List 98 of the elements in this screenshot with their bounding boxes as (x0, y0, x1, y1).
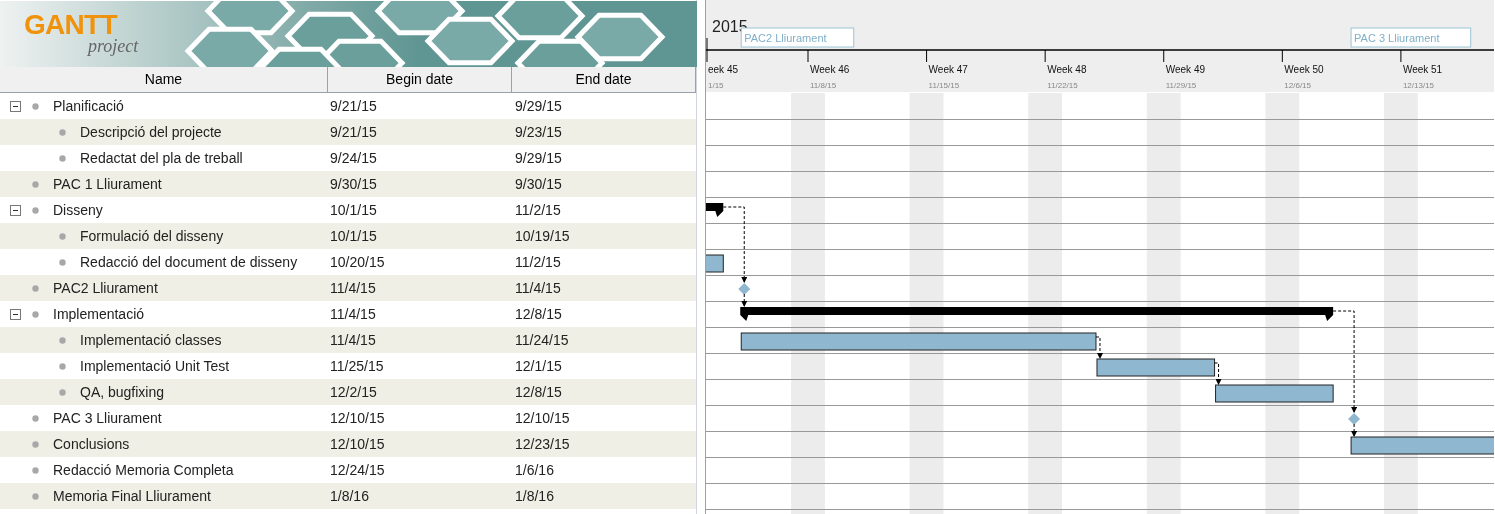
dependency-arrow (1095, 336, 1103, 359)
begin-date: 12/2/15 (329, 382, 378, 402)
end-date: 12/10/15 (514, 408, 570, 428)
dependency-arrow (1214, 362, 1222, 385)
bullet-icon (59, 232, 66, 240)
dependency-arrow (1351, 423, 1358, 437)
column-header[interactable]: Begin date (328, 67, 512, 92)
begin-date: 10/1/15 (329, 226, 378, 246)
end-date: 1/6/16 (514, 460, 554, 480)
bullet-icon (59, 388, 66, 396)
week-label: eek 45 (708, 64, 739, 75)
collapse-icon[interactable] (9, 100, 21, 112)
begin-date: 1/8/16 (329, 486, 370, 506)
begin-date: 11/25/15 (329, 356, 385, 376)
bullet-icon (59, 336, 66, 344)
collapse-icon[interactable] (9, 204, 21, 216)
week-label: Week 50 (1284, 64, 1324, 75)
task-name[interactable]: Disseny (53, 199, 103, 221)
end-date: 9/29/15 (514, 96, 562, 116)
bullet-icon (59, 128, 66, 136)
end-date: 9/30/15 (514, 174, 562, 194)
begin-date: 11/4/15 (329, 330, 377, 350)
task-name[interactable]: Descripció del projecte (80, 121, 222, 143)
end-date: 9/29/15 (514, 148, 562, 168)
week-label: Week 48 (1047, 64, 1087, 75)
task-name[interactable]: Implementació (53, 303, 145, 325)
task-name[interactable]: Planificació (53, 95, 124, 117)
week-date: 12/6/15 (1284, 81, 1311, 90)
summary-bar[interactable] (705, 203, 724, 217)
begin-date: 9/21/15 (329, 96, 378, 116)
week-date: 1/15 (708, 81, 724, 90)
begin-date: 12/10/15 (329, 434, 386, 454)
begin-date: 9/24/15 (329, 148, 378, 168)
dependency-arrow (741, 293, 748, 307)
logo-subtext: project (88, 37, 139, 55)
column-header[interactable]: Name (0, 67, 328, 92)
task-bar[interactable] (1096, 358, 1216, 377)
bullet-icon (32, 440, 39, 448)
week-label: Week 51 (1402, 64, 1443, 75)
begin-date: 9/30/15 (329, 174, 378, 194)
task-name[interactable]: Conclusions (53, 433, 130, 455)
bullet-icon (32, 284, 39, 292)
task-name[interactable]: QA, bugfixing (80, 381, 165, 403)
begin-date: 11/4/15 (329, 278, 377, 298)
begin-date: 10/20/15 (329, 252, 386, 272)
bullet-icon (32, 310, 39, 318)
task-name[interactable]: Redacció Memoria Completa (53, 459, 234, 481)
task-bar[interactable] (705, 254, 724, 273)
summary-bar[interactable] (740, 307, 1334, 321)
task-name[interactable]: Redactat del pla de treball (80, 147, 243, 169)
task-bar[interactable] (1350, 436, 1494, 455)
end-date: 12/8/15 (514, 304, 562, 324)
week-date: 11/15/15 (928, 81, 960, 90)
bullet-icon (32, 414, 39, 422)
begin-date: 12/10/15 (329, 408, 386, 428)
end-date: 11/2/15 (514, 252, 561, 272)
week-date: 12/13/15 (1402, 81, 1435, 90)
week-date: 11/29/15 (1165, 81, 1197, 90)
task-name[interactable]: Memoria Final Lliurament (53, 485, 211, 507)
logo-text: GANTT (24, 11, 117, 39)
bullet-icon (32, 180, 39, 188)
task-bar[interactable] (1215, 384, 1334, 403)
week-label: Week 47 (928, 64, 968, 75)
week-date: 11/8/15 (810, 81, 837, 90)
end-date: 12/8/15 (514, 382, 562, 402)
collapse-icon[interactable] (9, 308, 21, 320)
bullet-icon (32, 102, 39, 110)
milestone-label: PAC 3 Lliurament (1350, 27, 1472, 48)
end-date: 12/23/15 (514, 434, 570, 454)
end-date: 9/23/15 (514, 122, 562, 142)
task-bar[interactable] (740, 332, 1097, 351)
task-name[interactable]: Implementació Unit Test (80, 355, 230, 377)
end-date: 1/8/16 (514, 486, 554, 506)
week-label: Week 49 (1165, 64, 1206, 75)
end-date: 12/1/15 (514, 356, 562, 376)
begin-date: 10/1/15 (329, 200, 378, 220)
week-date: 11/22/15 (1047, 81, 1078, 90)
task-name[interactable]: PAC 3 Lliurament (53, 407, 162, 429)
bullet-icon (59, 154, 66, 162)
task-name[interactable]: PAC2 Lliurament (53, 277, 158, 299)
week-label: Week 46 (810, 64, 850, 75)
end-date: 11/4/15 (514, 278, 561, 298)
end-date: 11/2/15 (514, 200, 561, 220)
task-name[interactable]: Formulació del disseny (80, 225, 224, 247)
bullet-icon (32, 206, 39, 214)
bullet-icon (59, 362, 66, 370)
task-name[interactable]: Implementació classes (80, 329, 222, 351)
column-header[interactable]: End date (512, 67, 696, 92)
begin-date: 9/21/15 (329, 122, 378, 142)
task-name[interactable]: PAC 1 Lliurament (53, 173, 162, 195)
begin-date: 11/4/15 (329, 304, 377, 324)
task-name[interactable]: Redacció del document de disseny (80, 251, 298, 273)
bullet-icon (32, 466, 39, 474)
bullet-icon (59, 258, 66, 266)
bullet-icon (32, 492, 39, 500)
begin-date: 12/24/15 (329, 460, 386, 480)
end-date: 10/19/15 (514, 226, 570, 246)
end-date: 11/24/15 (514, 330, 569, 350)
